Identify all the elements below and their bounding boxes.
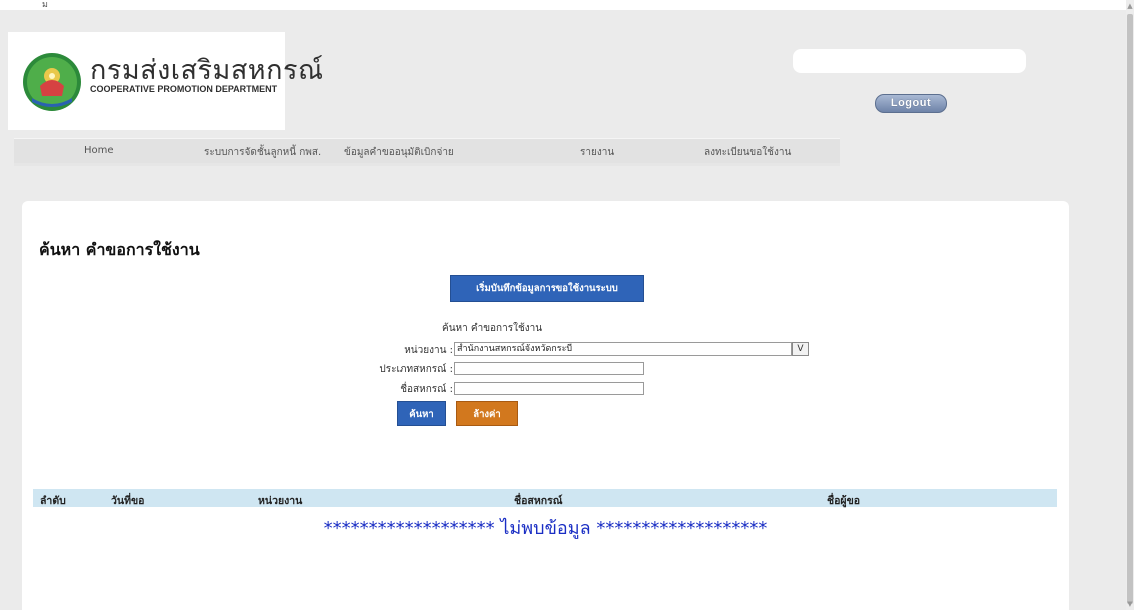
empty-results-message: ******************* ไม่พบข้อมูล ********… <box>323 518 768 539</box>
start-request-button[interactable]: เริ่มบันทึกข้อมูลการขอใช้งานระบบ <box>450 275 644 302</box>
scroll-up-icon[interactable]: ▲ <box>1126 0 1134 12</box>
scroll-thumb[interactable] <box>1127 14 1133 604</box>
unit-label: หน่วยงาน : <box>404 345 453 356</box>
unit-dropdown-button[interactable]: V <box>792 342 809 356</box>
logout-button[interactable]: Logout <box>875 94 947 113</box>
user-info-box <box>793 49 1026 73</box>
nav-shadow <box>14 163 840 166</box>
col-unit: หน่วยงาน <box>258 495 303 507</box>
clear-button[interactable]: ล้างค่า <box>456 401 518 426</box>
scroll-down-icon[interactable]: ▼ <box>1126 598 1134 610</box>
nav-item-register[interactable]: ลงทะเบียนขอใช้งาน <box>704 145 791 160</box>
coop-type-label: ประเภทสหกรณ์ : <box>379 364 453 375</box>
vertical-scrollbar[interactable]: ▲ ▼ <box>1126 0 1134 610</box>
emblem-icon <box>23 53 81 111</box>
results-table-header: ลำดับ วันที่ขอ หน่วยงาน ชื่อสหกรณ์ ชื่อผ… <box>33 489 1057 507</box>
page-title: ค้นหา คำขอการใช้งาน <box>39 240 200 259</box>
org-logo: กรมส่งเสริมสหกรณ์ COOPERATIVE PROMOTION … <box>8 32 323 130</box>
nav-item-home[interactable]: Home <box>84 145 114 156</box>
col-request-date: วันที่ขอ <box>111 495 145 507</box>
coop-name-input[interactable] <box>454 382 644 395</box>
col-seq: ลำดับ <box>40 495 66 507</box>
search-button[interactable]: ค้นหา <box>397 401 446 426</box>
org-name-english: COOPERATIVE PROMOTION DEPARTMENT <box>90 84 278 94</box>
coop-type-input[interactable] <box>454 362 644 375</box>
top-strip: ม <box>0 0 1126 10</box>
nav-item-reports[interactable]: รายงาน <box>580 145 614 160</box>
unit-select[interactable]: สำนักงานสหกรณ์จังหวัดกระบี่ <box>454 342 792 356</box>
coop-name-label: ชื่อสหกรณ์ : <box>400 384 453 395</box>
col-coop-name: ชื่อสหกรณ์ <box>514 495 563 507</box>
corner-mark: ม <box>42 0 48 10</box>
content-panel: ค้นหา คำขอการใช้งาน เริ่มบันทึกข้อมูลการ… <box>22 201 1069 610</box>
nav-item-disbursement-requests[interactable]: ข้อมูลคำขออนุมัติเบิกจ่าย <box>344 145 454 160</box>
nav-item-debtor-classification[interactable]: ระบบการจัดชั้นลูกหนี้ กพส. <box>204 145 321 160</box>
search-form-caption: ค้นหา คำขอการใช้งาน <box>442 323 543 334</box>
main-nav: Home ระบบการจัดชั้นลูกหนี้ กพส. ข้อมูลคำ… <box>14 138 840 166</box>
col-requester-name: ชื่อผู้ขอ <box>827 495 861 507</box>
